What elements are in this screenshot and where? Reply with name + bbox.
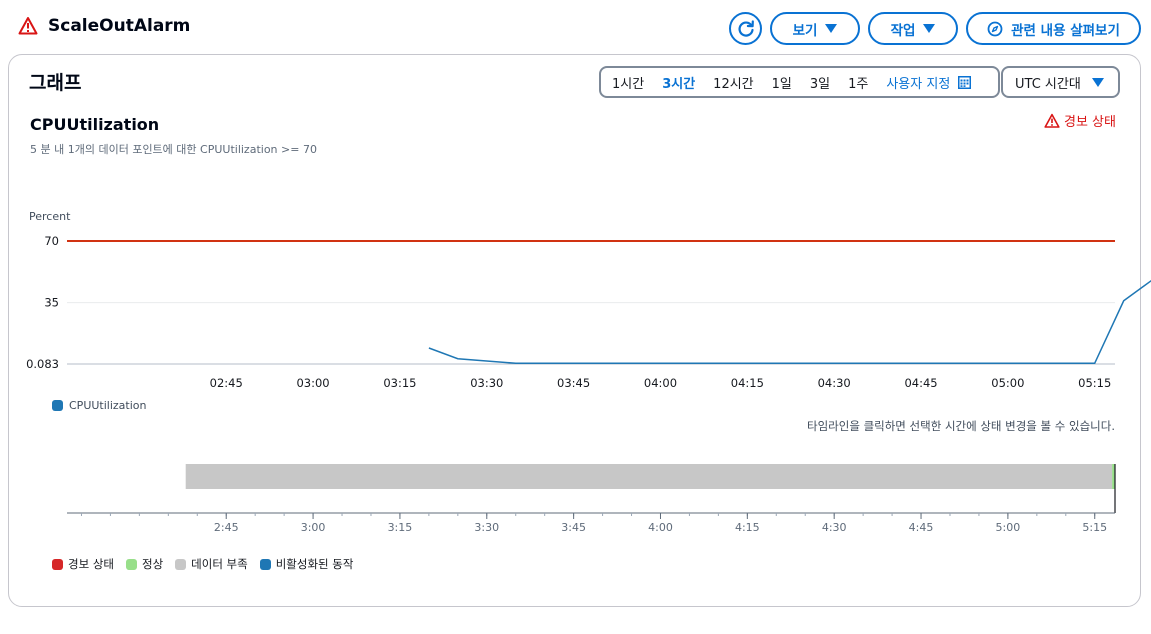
graph-heading: 그래프: [29, 72, 82, 94]
range-option-3d[interactable]: 3일: [810, 73, 830, 92]
metric-condition: 5 분 내 1개의 데이터 포인트에 대한 CPUUtilization >= …: [30, 143, 317, 156]
actions-label: 작업: [890, 22, 916, 39]
range-option-1h[interactable]: 1시간: [612, 73, 644, 92]
legend-label-ok: 정상: [141, 557, 164, 571]
range-option-1d[interactable]: 1일: [772, 73, 792, 92]
state-legend-item: 비활성화된 동작: [259, 556, 354, 572]
legend-swatch-alarm: [52, 558, 63, 570]
state-legend-item: 정상: [125, 556, 164, 572]
timezone-select[interactable]: UTC 시간대: [1001, 66, 1120, 98]
alarm-header: ScaleOutAlarm 보기 작업 관련 내용 살펴보기: [0, 0, 1151, 56]
refresh-button[interactable]: [729, 12, 762, 45]
metric-title: CPUUtilization: [30, 115, 160, 134]
legend-label-disabled: 비활성화된 동작: [275, 557, 354, 571]
alarm-name: ScaleOutAlarm: [48, 16, 191, 36]
range-option-3h[interactable]: 3시간: [662, 73, 695, 92]
legend-swatch-insufficient: [175, 558, 187, 570]
legend-label-insufficient: 데이터 부족: [191, 557, 248, 571]
legend-label-alarm: 경보 상태: [68, 557, 114, 571]
legend-swatch-disabled: [259, 558, 271, 570]
actions-dropdown-button[interactable]: 작업: [868, 12, 958, 45]
view-label: 보기: [792, 22, 818, 39]
warning-icon: [18, 17, 38, 35]
timeline-segment-insufficient[interactable]: [185, 464, 1113, 489]
range-option-custom[interactable]: 사용자 지정: [886, 73, 950, 92]
view-dropdown-button[interactable]: 보기: [770, 12, 860, 45]
alarm-state-label: 경보 상태: [1064, 115, 1116, 130]
calendar-icon[interactable]: [958, 75, 972, 89]
alarm-state-badge: 경보 상태: [1044, 111, 1116, 130]
timezone-label: UTC 시간대: [1015, 76, 1081, 92]
state-legend-item: 경보 상태: [52, 556, 114, 572]
timeline-hint: 타임라인을 클릭하면 선택한 시간에 상태 변경을 볼 수 있습니다.: [807, 419, 1115, 433]
refresh-icon: [737, 19, 754, 37]
caret-down-icon: [923, 24, 936, 33]
chart-legend: CPUUtilization: [52, 399, 146, 412]
graph-panel: [8, 54, 1141, 607]
range-option-12h[interactable]: 12시간: [713, 73, 753, 92]
legend-swatch-ok: [125, 558, 137, 570]
explore-related-button[interactable]: 관련 내용 살펴보기: [966, 12, 1141, 45]
state-legend-item: 데이터 부족: [175, 556, 248, 572]
caret-down-icon: [1092, 77, 1104, 87]
legend-label-cpuutilization: CPUUtilization: [69, 399, 147, 412]
range-option-1w[interactable]: 1주: [848, 73, 868, 92]
compass-icon: [987, 21, 1003, 36]
legend-swatch-cpuutilization: [52, 400, 63, 411]
timeline-segment-ok[interactable]: [1112, 464, 1115, 489]
time-range-selector: 1시간 3시간 12시간 1일 3일 1주 사용자 지정: [599, 66, 1000, 98]
state-legend: 경보 상태 정상 데이터 부족 비활성화된 동작: [52, 556, 365, 572]
warning-icon: [1044, 113, 1060, 128]
explore-label: 관련 내용 살펴보기: [1011, 22, 1120, 39]
caret-down-icon: [825, 24, 838, 33]
alarm-title: ScaleOutAlarm: [18, 16, 190, 36]
